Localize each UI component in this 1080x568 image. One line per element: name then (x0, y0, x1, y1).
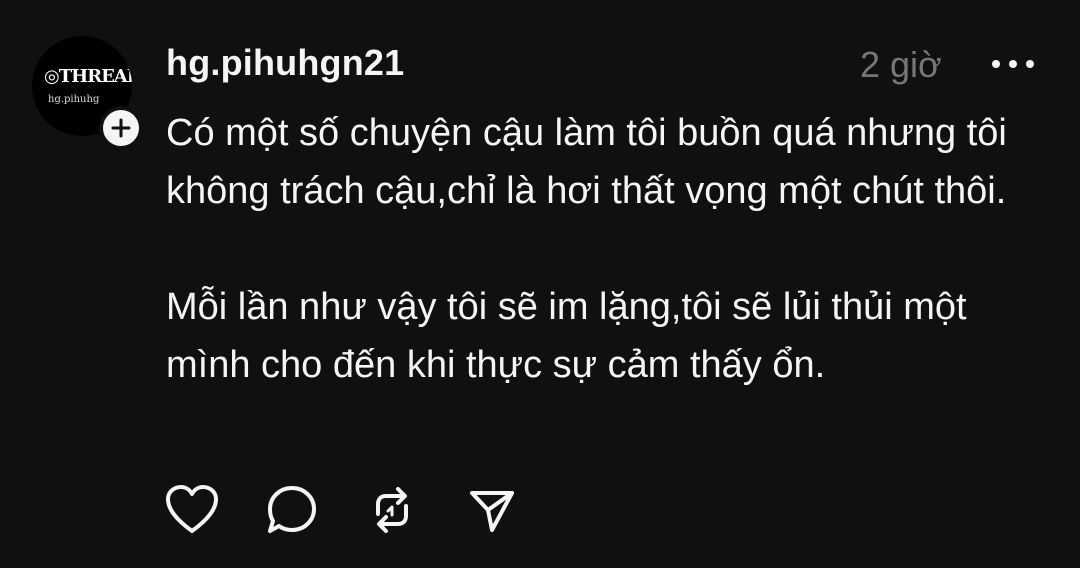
reply-button[interactable] (260, 480, 324, 540)
share-button[interactable] (460, 480, 524, 540)
comment-icon (268, 486, 316, 533)
send-icon (470, 491, 514, 532)
username[interactable]: hg.pihuhgn21 (166, 42, 404, 84)
more-options-button[interactable] (988, 52, 1038, 76)
avatar-sub-text: hg.pihuhg (48, 94, 100, 105)
avatar-logo-text: ◎THREADS (44, 66, 132, 87)
repost-icon (376, 487, 408, 533)
post-body: Có một số chuyện cậu làm tôi buồn quá nh… (166, 104, 1056, 452)
post-paragraph: Mỗi lần như vậy tôi sẽ im lặng,tôi sẽ lủ… (166, 286, 967, 386)
avatar-container[interactable]: ◎THREADS hg.pihuhg (32, 36, 143, 150)
follow-button[interactable] (99, 106, 143, 150)
post-timestamp: 2 giờ (860, 44, 942, 85)
post-paragraph: Có một số chuyện cậu làm tôi buồn quá nh… (166, 112, 1007, 212)
heart-icon (166, 485, 218, 533)
repost-button[interactable] (360, 480, 424, 540)
post-actions (160, 480, 560, 540)
plus-icon (111, 118, 131, 138)
like-button[interactable] (160, 480, 224, 540)
more-dots-icon (992, 60, 1034, 68)
thread-post: ◎THREADS hg.pihuhg hg.pihuhgn21 2 giờ Có… (0, 0, 1080, 568)
